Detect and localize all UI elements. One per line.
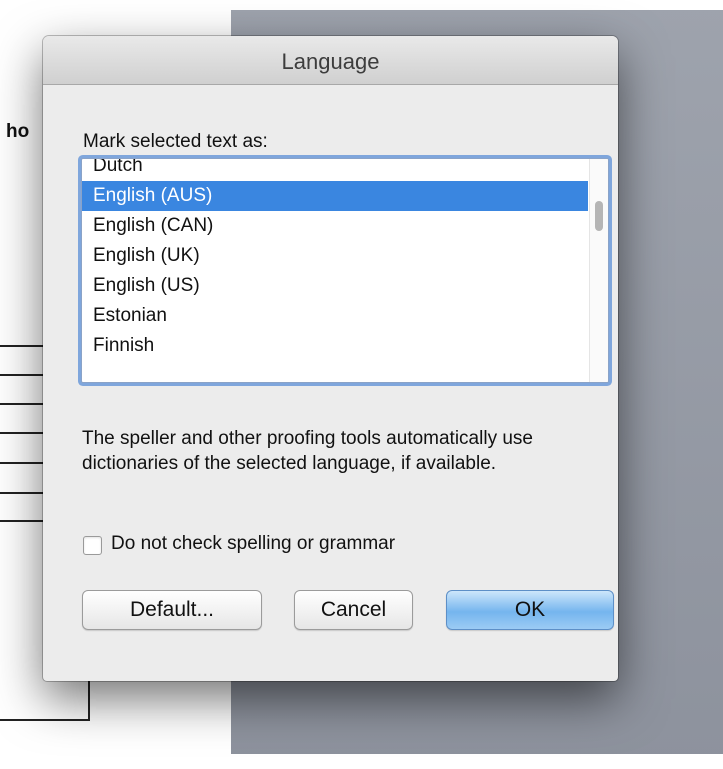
do-not-check-checkbox[interactable] bbox=[83, 536, 102, 555]
document-table-line bbox=[0, 345, 44, 347]
do-not-check-label[interactable]: Do not check spelling or grammar bbox=[111, 533, 395, 555]
document-table-line bbox=[0, 492, 44, 494]
document-table-line bbox=[0, 403, 44, 405]
document-top-margin bbox=[0, 0, 723, 10]
language-dialog: Language Mark selected text as: Dutch En… bbox=[43, 36, 618, 681]
document-text-fragment: ho bbox=[6, 121, 30, 142]
language-item-english-can[interactable]: English (CAN) bbox=[82, 211, 588, 241]
document-table-line bbox=[0, 374, 44, 376]
language-item-dutch[interactable]: Dutch bbox=[82, 159, 588, 181]
mark-selected-text-label: Mark selected text as: bbox=[83, 131, 268, 152]
language-list[interactable]: Dutch English (AUS) English (CAN) Englis… bbox=[81, 158, 609, 383]
language-item-english-us[interactable]: English (US) bbox=[82, 271, 588, 301]
language-item-finnish[interactable]: Finnish bbox=[82, 331, 588, 361]
proofing-info-text: The speller and other proofing tools aut… bbox=[82, 428, 533, 474]
cancel-button[interactable]: Cancel bbox=[294, 590, 413, 630]
document-table-line bbox=[0, 462, 44, 464]
document-table-line bbox=[0, 432, 44, 434]
language-list-scrollbar[interactable] bbox=[589, 159, 608, 382]
language-item-english-aus[interactable]: English (AUS) bbox=[82, 181, 588, 211]
ok-button[interactable]: OK bbox=[446, 590, 614, 630]
document-table-line bbox=[0, 520, 44, 522]
default-button[interactable]: Default... bbox=[82, 590, 262, 630]
language-item-estonian[interactable]: Estonian bbox=[82, 301, 588, 331]
dialog-title[interactable]: Language bbox=[43, 36, 618, 85]
language-item-english-uk[interactable]: English (UK) bbox=[82, 241, 588, 271]
scrollbar-thumb[interactable] bbox=[595, 201, 603, 231]
document-frame-line bbox=[0, 719, 90, 721]
document-bottom-margin bbox=[0, 754, 723, 769]
